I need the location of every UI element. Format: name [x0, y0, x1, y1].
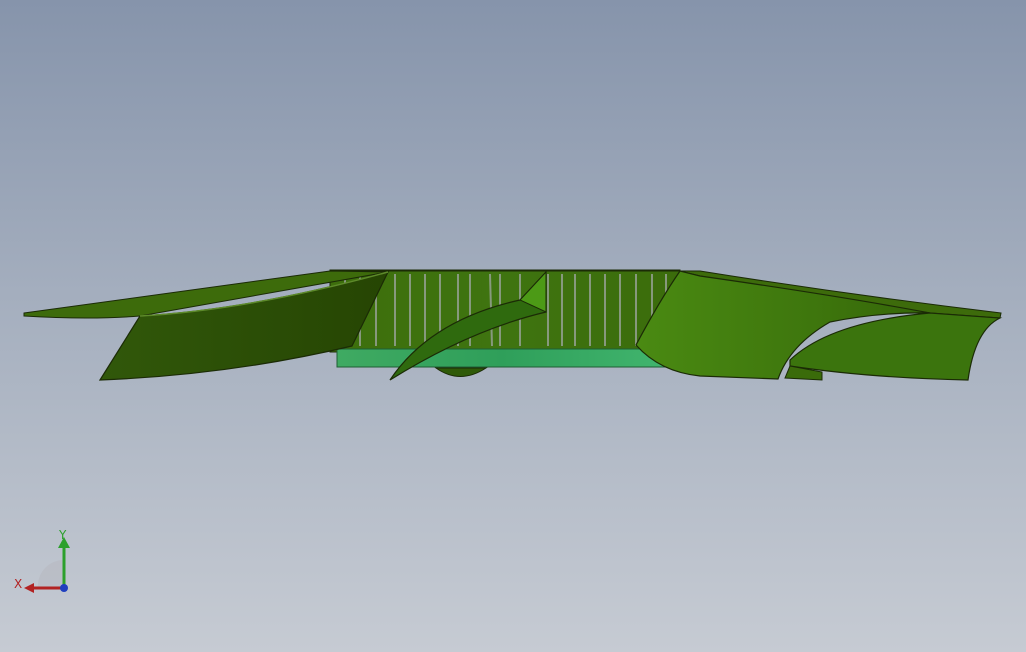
triad-shadow-sector: [37, 559, 64, 588]
hub-base-plate: [336, 348, 668, 368]
axis-triad: Y X: [14, 528, 70, 593]
fan-impeller-model[interactable]: [0, 0, 1026, 652]
graphics-viewport[interactable]: Y X: [0, 0, 1026, 652]
center-blade-foot: [434, 367, 488, 377]
z-axis-dot-icon: [60, 584, 68, 592]
x-axis-label: X: [14, 577, 22, 591]
x-axis-arrow-icon: [24, 583, 34, 593]
y-axis-label: Y: [58, 528, 67, 542]
